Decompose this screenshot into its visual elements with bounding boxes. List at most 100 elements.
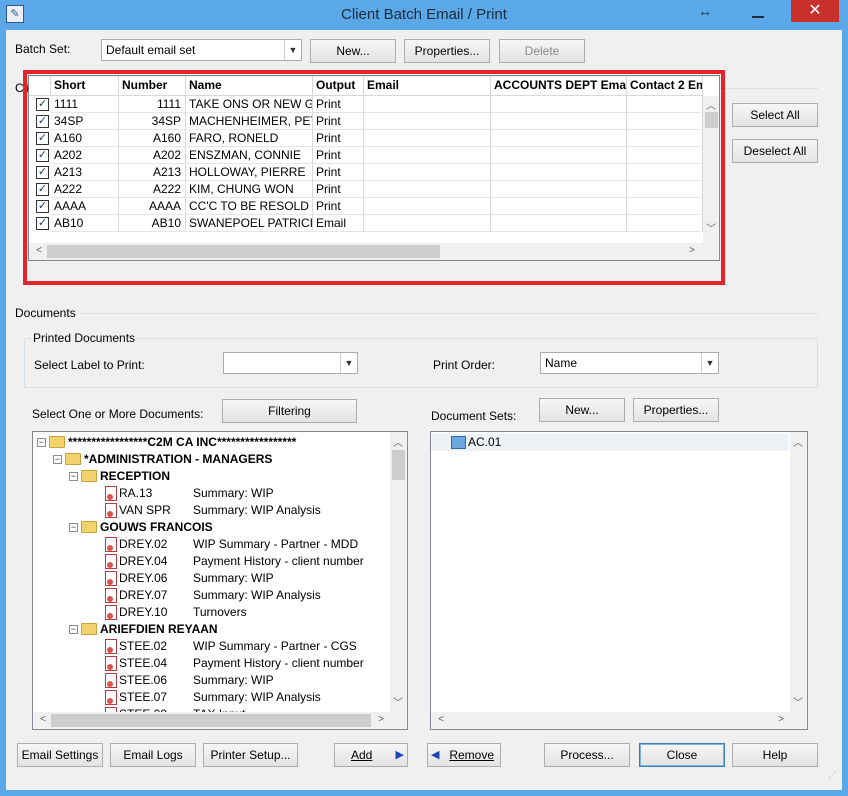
cell-name: SWANEPOEL PATRICIA xyxy=(186,215,313,232)
cell-number: 34SP xyxy=(119,113,186,130)
clients-grid[interactable]: Short Number Name Output Email ACCOUNTS … xyxy=(28,75,720,261)
scroll-right-icon[interactable]: > xyxy=(373,714,389,725)
tree-vertical-scrollbar[interactable]: ︿ ﹀ xyxy=(390,432,407,712)
document-description: Payment History - client number xyxy=(193,656,364,670)
document-code: STEE.02 xyxy=(119,639,168,653)
row-checkbox[interactable]: ✓ xyxy=(36,166,49,179)
scroll-left-icon[interactable]: < xyxy=(35,714,51,725)
cell-col6 xyxy=(627,164,703,181)
print-order-select[interactable]: Name ▼ xyxy=(540,352,719,374)
scroll-down-icon[interactable]: ﹀ xyxy=(703,220,719,235)
scroll-left-icon[interactable]: < xyxy=(31,245,47,256)
tree-node[interactable]: − *****************C2M CA INC************… xyxy=(33,434,389,451)
sets-properties-button[interactable]: Properties... xyxy=(633,398,719,422)
collapse-toggle-icon[interactable]: − xyxy=(69,472,78,481)
minimize-button[interactable] xyxy=(752,8,766,18)
batch-new-button[interactable]: New... xyxy=(310,39,396,63)
header-number[interactable]: Number xyxy=(119,76,186,96)
tree-node[interactable]: − RECEPTION xyxy=(33,468,389,485)
header-email[interactable]: Email xyxy=(364,76,491,96)
cell-number: AB10 xyxy=(119,215,186,232)
scroll-up-icon[interactable]: ︿ xyxy=(390,434,406,449)
document-sets-list[interactable]: AC.01 ︿ ﹀ < > xyxy=(430,431,808,730)
grid-hscroll-thumb[interactable] xyxy=(47,245,440,258)
email-settings-button[interactable]: Email Settings xyxy=(17,743,103,767)
scroll-right-icon[interactable]: > xyxy=(684,245,700,256)
chevron-down-icon[interactable]: ▼ xyxy=(701,353,718,373)
tree-node[interactable]: DREY.06 Summary: WIP xyxy=(33,570,389,587)
header-short[interactable]: Short xyxy=(51,76,119,96)
document-description: Summary: WIP xyxy=(193,486,274,500)
batch-set-select[interactable]: Default email set ▼ xyxy=(101,39,302,61)
tree-vscroll-thumb[interactable] xyxy=(392,450,405,480)
tree-node[interactable]: STEE.07 Summary: WIP Analysis xyxy=(33,689,389,706)
collapse-toggle-icon[interactable]: − xyxy=(69,523,78,532)
deselect-all-button[interactable]: Deselect All xyxy=(732,139,818,163)
scroll-up-icon[interactable]: ︿ xyxy=(790,434,806,449)
grid-vscroll-thumb[interactable] xyxy=(705,112,718,128)
row-checkbox[interactable]: ✓ xyxy=(36,115,49,128)
scroll-down-icon[interactable]: ﹀ xyxy=(790,694,806,709)
tree-node[interactable]: DREY.02 WIP Summary - Partner - MDD xyxy=(33,536,389,553)
tree-node[interactable]: DREY.10 Turnovers xyxy=(33,604,389,621)
sets-vertical-scrollbar[interactable]: ︿ ﹀ xyxy=(790,432,807,712)
sets-new-button[interactable]: New... xyxy=(539,398,625,422)
collapse-toggle-icon[interactable]: − xyxy=(37,438,46,447)
grid-horizontal-scrollbar[interactable]: < > xyxy=(29,243,703,260)
scroll-down-icon[interactable]: ﹀ xyxy=(390,694,406,709)
filtering-button[interactable]: Filtering xyxy=(222,399,357,423)
process-button[interactable]: Process... xyxy=(544,743,630,767)
document-set-item[interactable]: AC.01 xyxy=(431,434,789,451)
tree-node[interactable]: RA.13 Summary: WIP xyxy=(33,485,389,502)
chevron-down-icon[interactable]: ▼ xyxy=(284,40,301,60)
tree-node[interactable]: STEE.04 Payment History - client number xyxy=(33,655,389,672)
document-code: DREY.04 xyxy=(119,554,168,568)
tree-hscroll-thumb[interactable] xyxy=(51,714,371,727)
collapse-toggle-icon[interactable]: − xyxy=(69,625,78,634)
sets-horizontal-scrollbar[interactable]: < > xyxy=(431,712,807,729)
batch-delete-button[interactable]: Delete xyxy=(499,39,585,63)
documents-tree[interactable]: − *****************C2M CA INC************… xyxy=(32,431,408,730)
scroll-left-icon[interactable]: < xyxy=(433,714,449,725)
print-label-select[interactable]: ▼ xyxy=(223,352,358,374)
scroll-right-icon[interactable]: > xyxy=(773,714,789,725)
row-checkbox[interactable]: ✓ xyxy=(36,217,49,230)
row-checkbox[interactable]: ✓ xyxy=(36,98,49,111)
close-button[interactable]: Close xyxy=(639,743,725,767)
remove-button[interactable]: ◀ Remove xyxy=(427,743,501,767)
chevron-down-icon[interactable]: ▼ xyxy=(340,353,357,373)
tree-node[interactable]: DREY.04 Payment History - client number xyxy=(33,553,389,570)
tree-node[interactable]: DREY.07 Summary: WIP Analysis xyxy=(33,587,389,604)
tree-node[interactable]: − GOUWS FRANCOIS xyxy=(33,519,389,536)
printer-setup-button[interactable]: Printer Setup... xyxy=(203,743,298,767)
header-contact-2-email[interactable]: Contact 2 Em xyxy=(627,76,703,96)
grid-vertical-scrollbar[interactable]: ︿ ﹀ xyxy=(703,96,719,260)
tree-node[interactable]: VAN SPR Summary: WIP Analysis xyxy=(33,502,389,519)
tree-node[interactable]: − *ADMINISTRATION - MANAGERS xyxy=(33,451,389,468)
size-grip-icon[interactable]: ⋰ xyxy=(828,770,838,780)
row-checkbox[interactable]: ✓ xyxy=(36,149,49,162)
help-button[interactable]: Help xyxy=(732,743,818,767)
email-logs-button[interactable]: Email Logs xyxy=(110,743,196,767)
cell-number: A202 xyxy=(119,147,186,164)
row-checkbox[interactable]: ✓ xyxy=(36,183,49,196)
tree-horizontal-scrollbar[interactable]: < > xyxy=(33,712,407,729)
tree-node[interactable]: STEE.06 Summary: WIP xyxy=(33,672,389,689)
select-all-button[interactable]: Select All xyxy=(732,103,818,127)
add-button[interactable]: Add ▶ xyxy=(334,743,408,767)
tree-node[interactable]: STEE.02 WIP Summary - Partner - CGS xyxy=(33,638,389,655)
resize-icon[interactable]: ↔ xyxy=(698,3,712,19)
cell-col6 xyxy=(627,96,703,113)
header-name[interactable]: Name xyxy=(186,76,313,96)
title-bar[interactable]: ✎ Client Batch Email / Print ↔ ✕ xyxy=(0,0,848,30)
scroll-up-icon[interactable]: ︿ xyxy=(703,97,719,112)
tree-node[interactable]: − ARIEFDIEN REYAAN xyxy=(33,621,389,638)
collapse-toggle-icon[interactable]: − xyxy=(53,455,62,464)
header-accounts-dept-email[interactable]: ACCOUNTS DEPT Email xyxy=(491,76,627,96)
window-close-button[interactable]: ✕ xyxy=(791,0,839,22)
row-checkbox[interactable]: ✓ xyxy=(36,200,49,213)
header-output[interactable]: Output xyxy=(313,76,364,96)
row-checkbox[interactable]: ✓ xyxy=(36,132,49,145)
batch-properties-button[interactable]: Properties... xyxy=(404,39,490,63)
cell-number: 1111 xyxy=(119,96,186,113)
